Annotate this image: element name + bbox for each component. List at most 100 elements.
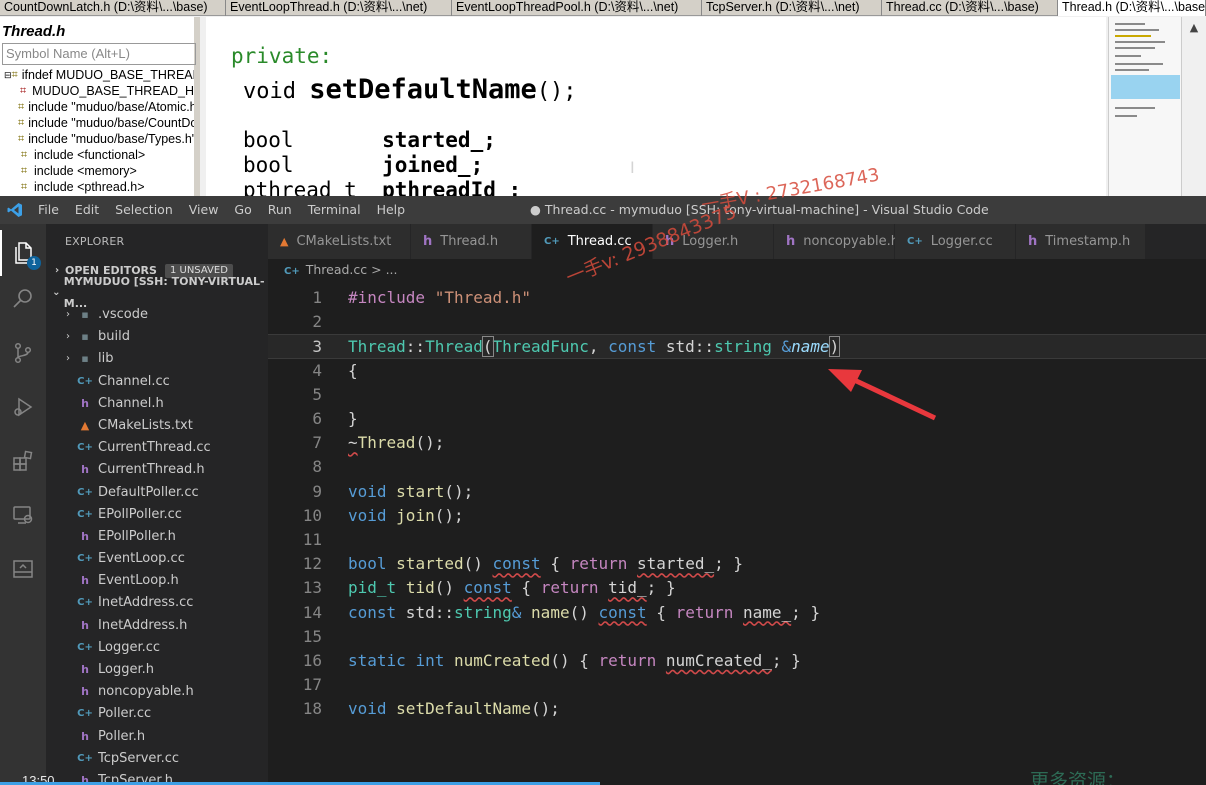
symbol-tree-item[interactable]: ⌗include "muduo/base/CountDownLatch.h" — [4, 115, 194, 131]
code-line[interactable]: 6} — [268, 407, 1206, 431]
background-tab[interactable]: TcpServer.h (D:\资料\...\net) — [702, 0, 882, 16]
line-number: 12 — [302, 554, 322, 574]
file-item[interactable]: h EPollPoller.h — [46, 526, 268, 548]
include-icon: ⌗ — [18, 101, 25, 113]
scroll-up-icon[interactable]: ▲ — [1182, 21, 1206, 34]
editor-tab[interactable]: h Timestamp.h — [1016, 224, 1146, 259]
file-item[interactable]: C+ InetAddress.cc — [46, 592, 268, 614]
menu-selection[interactable]: Selection — [107, 196, 181, 224]
file-item[interactable]: h noncopyable.h — [46, 681, 268, 703]
explorer-icon[interactable]: 1 — [0, 230, 46, 276]
code-editor[interactable]: 1 #include "Thread.h" 2 3 Thread::Thread(Thr… — [268, 281, 1206, 785]
minimap-line — [1115, 23, 1145, 25]
file-item[interactable]: C+ Poller.cc — [46, 703, 268, 725]
background-minimap[interactable] — [1108, 17, 1181, 196]
file-item[interactable]: h Poller.h — [46, 726, 268, 748]
file-item[interactable]: › ▪ build — [46, 326, 268, 348]
menu-file[interactable]: File — [30, 196, 67, 224]
panel-icon[interactable] — [0, 546, 46, 592]
code-punct: (); — [536, 79, 577, 104]
background-tab[interactable]: EventLoopThread.h (D:\资料\...\net) — [226, 0, 452, 16]
line-number: 2 — [312, 312, 322, 332]
symbol-tree-item[interactable]: ⌗ include <functional> — [4, 147, 194, 163]
extensions-icon[interactable] — [0, 438, 46, 484]
code-line[interactable]: 1 #include "Thread.h" — [268, 286, 1206, 310]
code-line[interactable]: 14 const std::string& name() const { retu… — [268, 601, 1206, 625]
file-item[interactable]: C+ CurrentThread.cc — [46, 437, 268, 459]
chevron-right-icon: › — [66, 353, 70, 365]
file-item[interactable]: h EventLoop.h — [46, 570, 268, 592]
file-item[interactable]: C+ TcpServer.cc — [46, 748, 268, 770]
file-item[interactable]: h Channel.h — [46, 393, 268, 415]
code-line[interactable]: 2 — [268, 310, 1206, 334]
file-item[interactable]: C+ Channel.cc — [46, 371, 268, 393]
file-item[interactable]: h CurrentThread.h — [46, 459, 268, 481]
symbol-tree-item[interactable]: ⌗ include "muduo/base/Types.h" — [4, 131, 194, 147]
cpp-file-icon: C+ — [77, 641, 93, 653]
background-tab[interactable]: EventLoopThreadPool.h (D:\资料\...\net) — [452, 0, 702, 16]
code-line[interactable]: 5 — [268, 383, 1206, 407]
menu-help[interactable]: Help — [369, 196, 414, 224]
editor-tab[interactable]: h noncopyable.h — [774, 224, 899, 259]
file-item[interactable]: h Logger.h — [46, 659, 268, 681]
editor-tab[interactable]: h Thread.h — [411, 224, 532, 259]
tab-label: noncopyable.h — [803, 234, 899, 249]
menu-terminal[interactable]: Terminal — [300, 196, 369, 224]
code-line[interactable]: 12 bool started() const { return started_… — [268, 552, 1206, 576]
code-line[interactable]: 10 void join(); — [268, 504, 1206, 528]
menu-run[interactable]: Run — [260, 196, 300, 224]
editor-tab[interactable]: ▲ CMakeLists.txt — [268, 224, 411, 259]
workspace-section[interactable]: ⌄ MYMUDUO [SSH: TONY-VIRTUAL-M... — [46, 275, 268, 310]
file-item[interactable]: C+ DefaultPoller.cc — [46, 482, 268, 504]
file-name: Logger.h — [98, 662, 154, 677]
menu-go[interactable]: Go — [226, 196, 259, 224]
background-code-view[interactable]: private: void setDefaultName(); bool sta… — [206, 17, 1106, 196]
code-line[interactable]: 9 void start(); — [268, 480, 1206, 504]
background-tab[interactable]: CountDownLatch.h (D:\资料\...\base) — [0, 0, 226, 16]
background-tab-active[interactable]: Thread.h (D:\资料\...\base) — [1058, 0, 1206, 16]
line-number: 13 — [302, 578, 322, 598]
code-line[interactable]: 15 — [268, 625, 1206, 649]
symbol-search-input[interactable]: Symbol Name (Alt+L) — [2, 43, 196, 65]
symbol-tree-item[interactable]: ⌗ include <pthread.h> — [4, 179, 194, 195]
code-line[interactable]: 4{ — [268, 359, 1206, 383]
header-file-icon: h — [81, 463, 89, 477]
code-text: ~Thread(); — [348, 433, 445, 453]
file-item[interactable]: › ▪ lib — [46, 348, 268, 370]
symbol-tree-item[interactable]: ⌗ MUDUO_BASE_THREAD_H — [4, 83, 194, 99]
file-item[interactable]: h InetAddress.h — [46, 615, 268, 637]
code-line[interactable]: 18 void setDefaultName(); — [268, 697, 1206, 721]
code-line[interactable]: 7 ~Thread(); — [268, 431, 1206, 455]
search-icon[interactable] — [0, 276, 46, 322]
symbol-tree-item[interactable]: ⌗ include <memory> — [4, 163, 194, 179]
run-debug-icon[interactable] — [0, 384, 46, 430]
remote-explorer-icon[interactable] — [0, 492, 46, 538]
code-line[interactable]: 13 pid_t tid() const { return tid_; } — [268, 576, 1206, 600]
file-item[interactable]: C+ Logger.cc — [46, 637, 268, 659]
file-item[interactable]: ▲ CMakeLists.txt — [46, 415, 268, 437]
code-line[interactable]: 11 — [268, 528, 1206, 552]
code-line[interactable]: 17 — [268, 673, 1206, 697]
code-line[interactable]: 8 — [268, 455, 1206, 479]
line-number: 10 — [302, 505, 322, 525]
symbol-label: include "muduo/base/CountDownLatch.h" — [28, 116, 194, 130]
code-line[interactable]: 16 static int numCreated() { return numCr… — [268, 649, 1206, 673]
minimap-viewport[interactable] — [1111, 75, 1180, 99]
code-line[interactable]: 3 Thread::Thread(ThreadFunc, const std::s… — [268, 334, 1206, 359]
background-tab[interactable]: Thread.cc (D:\资料\...\base) — [882, 0, 1058, 16]
breadcrumb[interactable]: C+ Thread.cc > ... — [268, 259, 1206, 281]
cpp-file-icon: C+ — [907, 236, 923, 247]
symbol-tree-item[interactable]: ⌗ include "muduo/base/Atomic.h" — [4, 99, 194, 115]
editor-tab[interactable]: C+ Logger.cc — [895, 224, 1016, 259]
source-control-icon[interactable] — [0, 330, 46, 376]
symbol-panel: Thread.h Symbol Name (Alt+L) ⊟ ⌗ ifndef MU… — [0, 17, 200, 196]
minimap-line — [1115, 29, 1159, 31]
collapse-icon[interactable]: ⊟ — [4, 67, 12, 83]
file-item[interactable]: C+ EventLoop.cc — [46, 548, 268, 570]
menu-edit[interactable]: Edit — [67, 196, 107, 224]
symbol-tree-item[interactable]: ⊟⌗ifndef MUDUO_BASE_THREAD_H — [4, 67, 194, 83]
include-icon: ⌗ — [20, 181, 28, 193]
file-item[interactable]: C+ EPollPoller.cc — [46, 504, 268, 526]
menu-view[interactable]: View — [181, 196, 227, 224]
background-scrollbar[interactable]: ▲ — [1181, 17, 1206, 196]
